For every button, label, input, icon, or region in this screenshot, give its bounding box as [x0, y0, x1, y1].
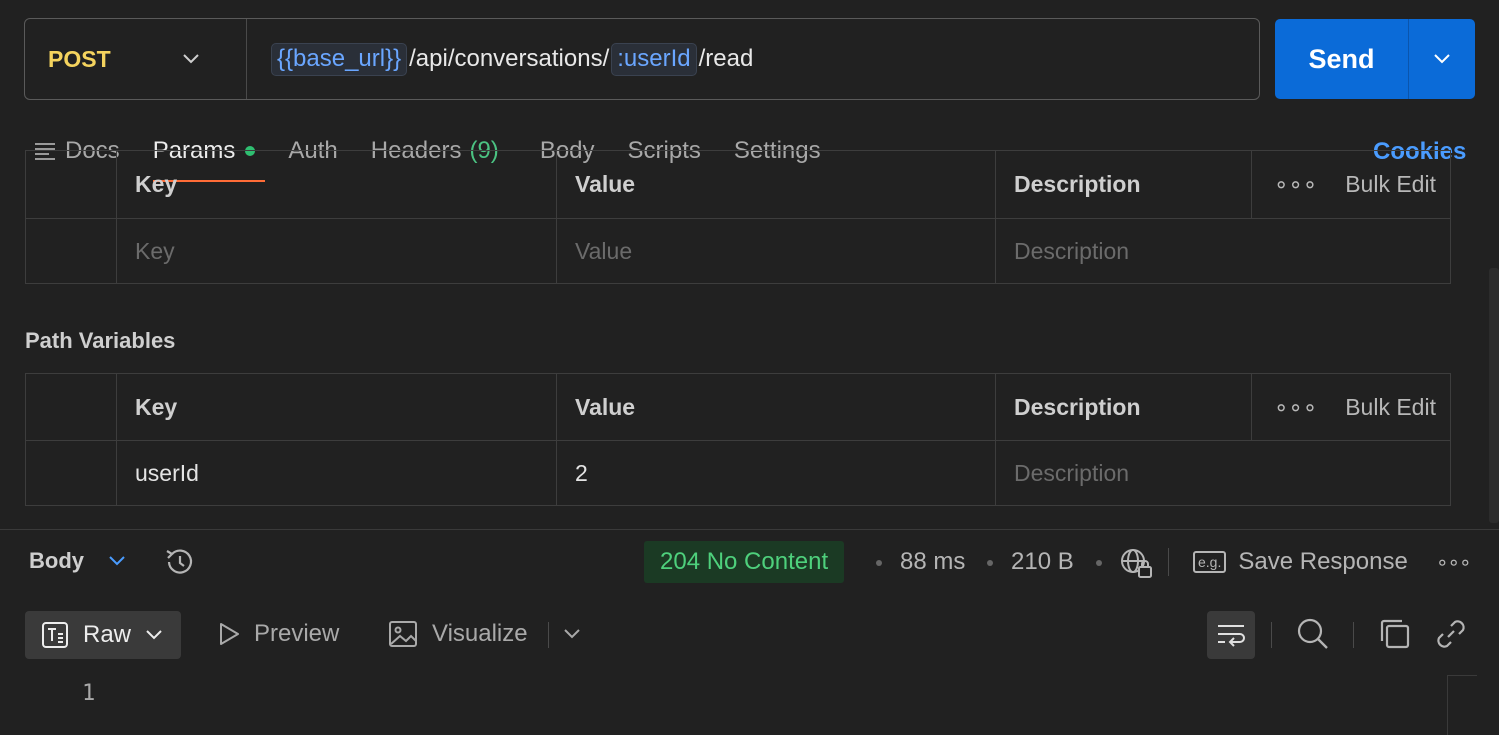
editor-minimap: [1447, 675, 1477, 735]
line-number: 1: [82, 681, 96, 706]
separator-dot: [876, 560, 882, 566]
visualize-label: Visualize: [432, 620, 528, 647]
preview-label: Preview: [254, 620, 340, 647]
response-time[interactable]: 88 ms: [900, 548, 965, 576]
query-params-table: Key Value Description ∘∘∘ Bulk Edit Key …: [25, 150, 1451, 284]
search-icon[interactable]: [1296, 617, 1330, 651]
table-row: Key Value Description: [26, 218, 1450, 284]
url-segment: /api/conversations/: [409, 45, 610, 72]
toolbar-separator: [1271, 622, 1272, 648]
row-checkbox-cell: [26, 441, 116, 506]
key-input[interactable]: Key: [116, 219, 556, 284]
toolbar-separator: [548, 622, 549, 648]
separator-dot: [1096, 560, 1102, 566]
pane-divider[interactable]: [0, 529, 1499, 530]
preview-button[interactable]: Preview: [218, 620, 339, 648]
path-variables-title: Path Variables: [25, 328, 176, 353]
more-icon[interactable]: ∘∘∘: [1274, 171, 1317, 198]
column-header-description: Description: [995, 374, 1251, 440]
response-bar: Body 204 No Content 88 ms 210 B e.g. Sav…: [0, 540, 1499, 586]
text-format-icon: [42, 622, 68, 648]
response-size[interactable]: 210 B: [1011, 548, 1074, 576]
toolbar-separator: [1168, 548, 1169, 576]
checkbox-column-header: [26, 151, 116, 218]
link-icon[interactable]: [1434, 617, 1468, 651]
wrap-lines-icon: [1218, 625, 1245, 647]
chevron-down-icon: [183, 54, 199, 64]
description-input[interactable]: Description: [995, 219, 1450, 284]
network-globe-lock-icon[interactable]: [1119, 546, 1153, 580]
response-section-select[interactable]: Body: [29, 548, 126, 574]
image-icon: [389, 621, 417, 647]
save-response-label: Save Response: [1238, 548, 1408, 575]
chevron-down-icon[interactable]: [563, 628, 581, 640]
send-button[interactable]: Send: [1275, 19, 1409, 99]
more-icon[interactable]: ∘∘∘: [1274, 394, 1317, 421]
method-label: POST: [48, 45, 111, 72]
row-checkbox-cell: [26, 219, 116, 284]
method-select[interactable]: POST: [25, 19, 247, 99]
column-header-value: Value: [556, 151, 995, 218]
bulk-edit-button[interactable]: ∘∘∘ Bulk Edit: [1251, 151, 1450, 218]
url-segment: /read: [698, 45, 754, 72]
bulk-edit-label: Bulk Edit: [1345, 171, 1436, 197]
chevron-down-icon: [146, 630, 162, 640]
raw-view-select[interactable]: Raw: [25, 611, 181, 659]
path-variables-table: Key Value Description ∘∘∘ Bulk Edit user…: [25, 373, 1451, 506]
path-variable-value-input[interactable]: 2: [556, 441, 995, 506]
url-variable-base-url[interactable]: {{base_url}}: [271, 42, 408, 76]
bulk-edit-label: Bulk Edit: [1345, 393, 1436, 420]
column-header-description: Description: [995, 151, 1251, 218]
table-row: userId 2 Description: [26, 440, 1450, 506]
table-header-row: Key Value Description ∘∘∘ Bulk Edit: [26, 374, 1450, 440]
url-bar: POST {{base_url}} /api/conversations/ :u…: [24, 18, 1260, 100]
response-body-label: Body: [29, 548, 84, 573]
url-input[interactable]: {{base_url}} /api/conversations/ :userId…: [247, 42, 754, 76]
path-variable-key: userId: [116, 441, 556, 506]
vertical-scrollbar[interactable]: [1489, 268, 1499, 523]
history-icon[interactable]: [163, 546, 195, 578]
more-options-icon[interactable]: ∘∘∘: [1436, 550, 1472, 575]
description-input[interactable]: Description: [995, 441, 1450, 506]
copy-icon[interactable]: [1378, 617, 1412, 651]
value-input[interactable]: Value: [556, 219, 995, 284]
table-header-row: Key Value Description ∘∘∘ Bulk Edit: [26, 151, 1450, 218]
raw-label: Raw: [83, 621, 132, 648]
word-wrap-toggle[interactable]: [1207, 611, 1255, 659]
url-path-param[interactable]: :userId: [611, 42, 697, 76]
postman-request-view: POST {{base_url}} /api/conversations/ :u…: [0, 0, 1499, 735]
chevron-down-icon: [109, 556, 125, 566]
separator-dot: [987, 560, 993, 566]
status-badge[interactable]: 204 No Content: [644, 541, 845, 583]
toolbar-separator: [1353, 622, 1354, 648]
column-header-value: Value: [556, 374, 995, 440]
checkbox-column-header: [26, 374, 116, 440]
play-icon: [220, 623, 239, 645]
send-group: Send: [1275, 19, 1475, 99]
column-header-key: Key: [116, 374, 556, 440]
send-options-button[interactable]: [1409, 19, 1475, 99]
column-header-key: Key: [116, 151, 556, 218]
visualize-button[interactable]: Visualize: [388, 620, 528, 648]
example-icon: e.g.: [1193, 551, 1227, 573]
chevron-down-icon: [1434, 54, 1450, 64]
bulk-edit-button[interactable]: ∘∘∘ Bulk Edit: [1251, 374, 1450, 440]
save-response-button[interactable]: e.g. Save Response: [1193, 548, 1408, 576]
